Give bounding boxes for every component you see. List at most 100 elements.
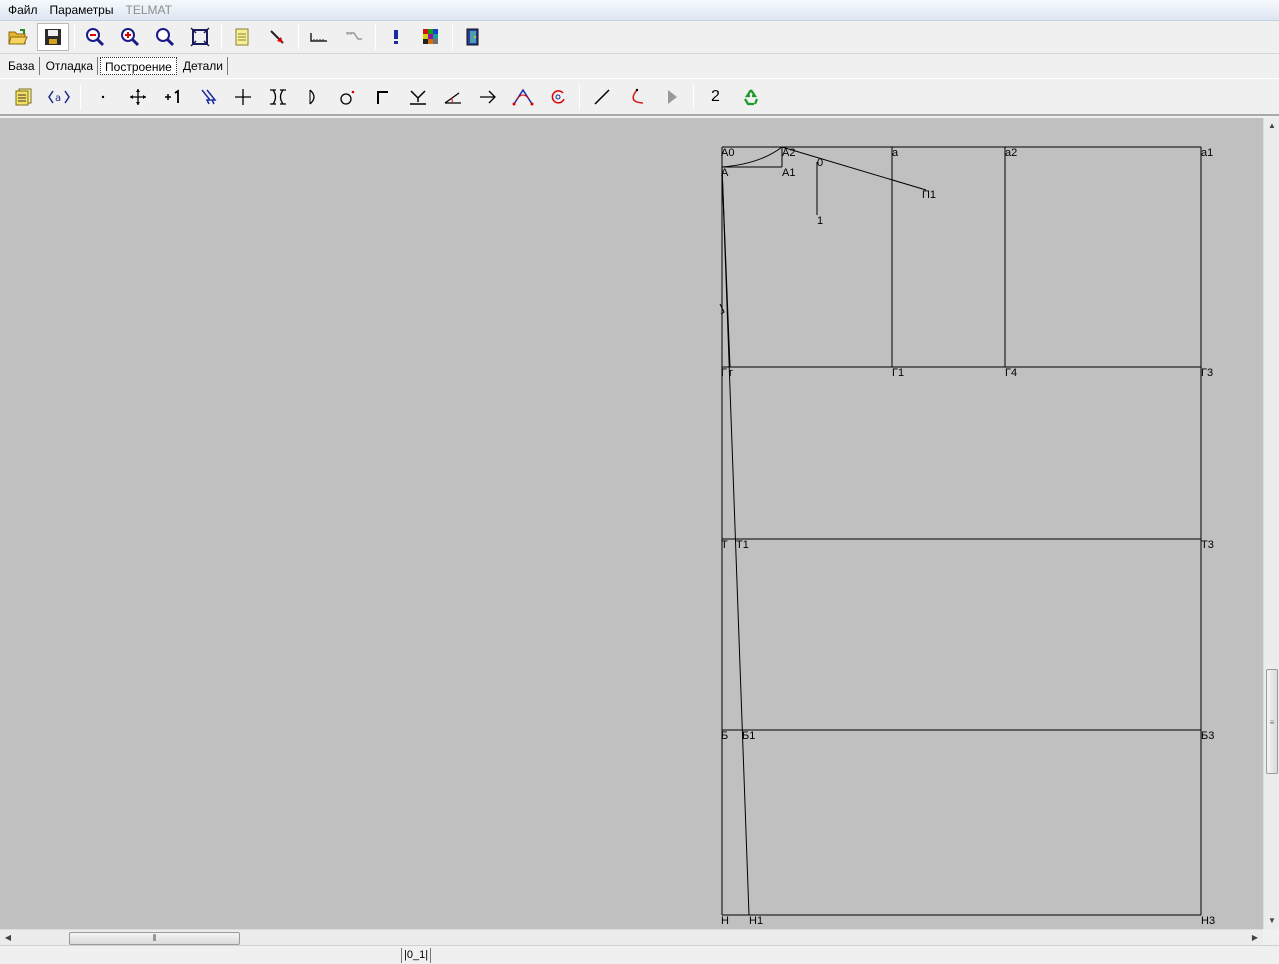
curve-button[interactable] bbox=[619, 82, 654, 112]
arrow-right-icon bbox=[479, 90, 496, 103]
arc-point-button[interactable] bbox=[295, 82, 330, 112]
variable-button[interactable]: a bbox=[41, 82, 76, 112]
point-label: Б bbox=[721, 730, 729, 742]
pattern-drawing bbox=[719, 146, 1202, 916]
angle-button[interactable] bbox=[435, 82, 470, 112]
toolbar-separator bbox=[74, 24, 75, 50]
point-label: П1 bbox=[922, 189, 937, 201]
toolbar-separator bbox=[579, 83, 580, 110]
exit-button[interactable] bbox=[457, 23, 489, 51]
variable-icon: a bbox=[47, 90, 70, 104]
point-label: Т bbox=[721, 539, 728, 551]
ruler-button[interactable] bbox=[303, 23, 335, 51]
intersect-button[interactable] bbox=[260, 82, 295, 112]
point-label: 1 bbox=[817, 215, 824, 227]
point-label: а2 bbox=[1005, 147, 1018, 159]
select-arrows-icon bbox=[200, 89, 217, 104]
point-label: Г3 bbox=[1201, 367, 1214, 379]
play-icon bbox=[667, 89, 677, 104]
construction-toolbar: a 2 bbox=[0, 78, 1279, 116]
list-icon bbox=[15, 88, 31, 105]
add-one-button[interactable] bbox=[155, 82, 190, 112]
palette-button[interactable] bbox=[415, 23, 447, 51]
zoom-in-button[interactable] bbox=[114, 23, 146, 51]
point-icon bbox=[101, 95, 104, 98]
toolbar-separator bbox=[298, 24, 299, 50]
move-button[interactable] bbox=[120, 82, 155, 112]
cross-icon bbox=[234, 88, 251, 105]
tab-base[interactable]: База bbox=[4, 57, 40, 75]
intersect-icon bbox=[269, 88, 286, 105]
point-label: Б1 bbox=[742, 730, 756, 742]
info-icon bbox=[394, 30, 398, 44]
list-button[interactable] bbox=[6, 82, 41, 112]
menu-params[interactable]: Параметры bbox=[44, 0, 120, 21]
notes-button[interactable] bbox=[226, 23, 258, 51]
horizontal-scrollbar[interactable]: ◀ ⦀ ▶ bbox=[0, 929, 1263, 945]
zoom-button[interactable] bbox=[149, 23, 181, 51]
play-button[interactable] bbox=[654, 82, 689, 112]
bisector-button[interactable] bbox=[400, 82, 435, 112]
tab-details[interactable]: Детали bbox=[179, 57, 229, 75]
info-button[interactable] bbox=[380, 23, 412, 51]
ruler-angle-button[interactable] bbox=[338, 23, 370, 51]
arc-circle-icon bbox=[551, 89, 565, 104]
direction-button[interactable] bbox=[470, 82, 505, 112]
pointer-button[interactable] bbox=[261, 23, 293, 51]
palette-icon bbox=[423, 29, 438, 44]
zoom-out-button[interactable] bbox=[79, 23, 111, 51]
status-bar: |0_1| bbox=[0, 945, 1279, 964]
line-button[interactable] bbox=[584, 82, 619, 112]
zoom-in-icon bbox=[121, 28, 140, 47]
vertical-scroll-thumb[interactable]: ≡ bbox=[1266, 669, 1278, 774]
vertical-scrollbar[interactable]: ▲ ≡ ▼ bbox=[1263, 118, 1279, 929]
number-button[interactable]: 2 bbox=[698, 82, 733, 112]
arc-point-icon bbox=[309, 89, 315, 104]
point-button[interactable] bbox=[85, 82, 120, 112]
menu-file[interactable]: Файл bbox=[2, 0, 44, 21]
point-label: г bbox=[729, 367, 734, 379]
main-toolbar bbox=[0, 21, 1279, 54]
circle-button[interactable] bbox=[330, 82, 365, 112]
drawing-canvas[interactable] bbox=[0, 118, 1263, 929]
perpendicular-button[interactable] bbox=[225, 82, 260, 112]
corner-button[interactable] bbox=[365, 82, 400, 112]
curve-icon bbox=[631, 88, 643, 104]
point-label: А2 bbox=[782, 147, 796, 159]
open-button[interactable] bbox=[2, 23, 34, 51]
point-label: Б3 bbox=[1201, 730, 1215, 742]
toolbar-separator bbox=[375, 24, 376, 50]
scroll-up-arrow-icon[interactable]: ▲ bbox=[1264, 118, 1279, 134]
toolbar-separator bbox=[452, 24, 453, 50]
point-label: Г4 bbox=[1005, 367, 1018, 379]
triangle-button[interactable] bbox=[505, 82, 540, 112]
tab-debug[interactable]: Отладка bbox=[42, 57, 99, 75]
ruler-icon bbox=[310, 33, 327, 42]
horizontal-scroll-thumb[interactable]: ⦀ bbox=[69, 932, 240, 945]
bisector-icon bbox=[409, 89, 426, 105]
fit-page-button[interactable] bbox=[184, 23, 216, 51]
menu-app-title: TELMAT bbox=[125, 2, 172, 17]
zoom-icon bbox=[156, 28, 175, 47]
point-label: А1 bbox=[782, 167, 796, 179]
menu-bar: Файл Параметры TELMAT bbox=[0, 0, 1279, 21]
scroll-left-arrow-icon[interactable]: ◀ bbox=[0, 930, 16, 946]
tab-construction[interactable]: Построение bbox=[100, 57, 177, 75]
point-label: Г1 bbox=[892, 367, 905, 379]
recycle-icon bbox=[743, 88, 758, 105]
scroll-right-arrow-icon[interactable]: ▶ bbox=[1247, 930, 1263, 946]
scroll-corner bbox=[1263, 929, 1279, 945]
point-label: Н3 bbox=[1201, 915, 1216, 927]
curve-point-button[interactable] bbox=[540, 82, 575, 112]
line-icon bbox=[593, 88, 610, 105]
line-A2-P1 bbox=[781, 146, 927, 191]
point-label: Т3 bbox=[1201, 539, 1214, 551]
number-label: 2 bbox=[711, 87, 720, 105]
fit-page-icon bbox=[190, 27, 210, 47]
corner-icon bbox=[376, 90, 388, 104]
select-button[interactable] bbox=[190, 82, 225, 112]
svg-text:a: a bbox=[55, 93, 61, 104]
recycle-button[interactable] bbox=[733, 82, 768, 112]
scroll-down-arrow-icon[interactable]: ▼ bbox=[1264, 913, 1279, 929]
save-button[interactable] bbox=[37, 23, 69, 51]
